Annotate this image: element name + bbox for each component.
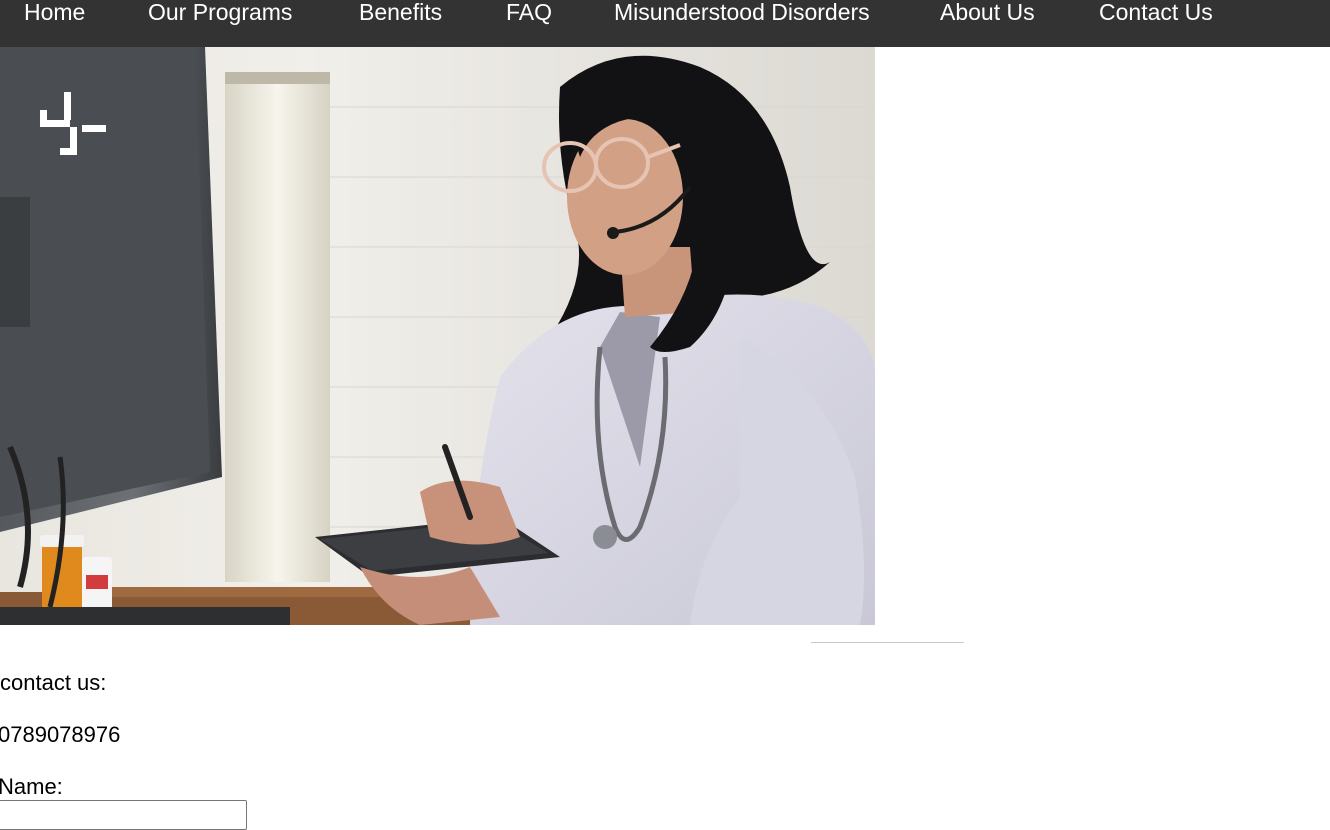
hero-image [0,47,875,625]
nav-link-benefits[interactable]: Benefits [359,0,442,26]
divider-line [811,642,964,643]
nav-link-faq[interactable]: FAQ [506,0,552,26]
top-navigation-bar: Home Our Programs Benefits FAQ Misunders… [0,0,1330,47]
plus-cross-logo-icon [40,92,106,155]
nav-link-about-us[interactable]: About Us [940,0,1035,26]
nav-link-misunderstood-disorders[interactable]: Misunderstood Disorders [614,0,870,26]
name-input[interactable] [0,800,247,830]
contact-heading: contact us: [0,670,107,695]
doctor-photo [0,47,875,625]
name-label: Name: [0,774,63,799]
nav-link-our-programs[interactable]: Our Programs [148,0,292,26]
nav-link-home[interactable]: Home [24,0,85,26]
contact-phone: 0789078976 [0,722,121,747]
nav-link-contact-us[interactable]: Contact Us [1099,0,1213,26]
